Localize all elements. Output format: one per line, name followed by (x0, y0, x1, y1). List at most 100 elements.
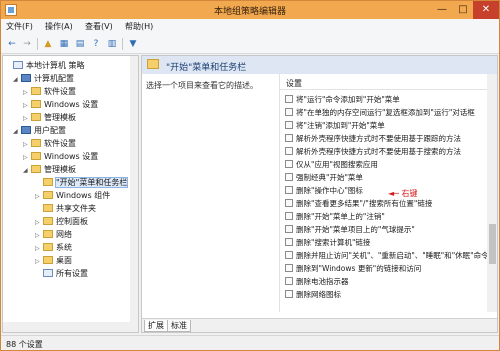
show-tree-icon[interactable]: ▦ (58, 38, 70, 50)
setting-row[interactable]: 删除"开始"菜单上的"注销" (285, 211, 385, 223)
up-folder-icon[interactable]: ▲ (42, 38, 54, 50)
folder-icon (43, 217, 53, 225)
policy-setting-icon (285, 277, 293, 285)
tree-item-label: 共享文件夹 (56, 204, 96, 213)
tree-item-local-policy[interactable]: 本地计算机 策略 (5, 60, 85, 72)
expander-icon[interactable]: ◢ (13, 74, 21, 86)
settings-vertical-scrollbar[interactable] (487, 74, 497, 312)
setting-row[interactable]: 删除电池指示器 (285, 276, 349, 288)
expander-icon[interactable]: ▷ (35, 230, 43, 242)
folder-icon (31, 113, 41, 121)
setting-row[interactable]: 删除"开始"菜单项目上的"气球提示" (285, 224, 415, 236)
menu-help[interactable]: 帮助(H) (125, 21, 153, 32)
tree-item-windows-settings[interactable]: ▷ Windows 设置 (23, 151, 98, 163)
expander-icon[interactable]: ▷ (23, 100, 31, 112)
setting-row[interactable]: 删除网络图标 (285, 289, 341, 301)
setting-row[interactable]: 删除"搜索计算机"链接 (285, 237, 370, 249)
tree-item-windows-settings[interactable]: ▷ Windows 设置 (23, 99, 98, 111)
expander-icon[interactable]: ◢ (23, 165, 31, 177)
tree-item-windows-components[interactable]: ▷ Windows 组件 (35, 190, 110, 202)
menu-view[interactable]: 查看(V) (85, 21, 113, 32)
setting-row[interactable]: 仅从"应用"视图搜索应用 (285, 159, 378, 171)
folder-icon (31, 152, 41, 160)
tree-item-control-panel[interactable]: ▷ 控制面板 (35, 216, 88, 228)
setting-row[interactable]: 解析外壳程序快捷方式时不要使用基于搜索的方法 (285, 146, 461, 158)
back-icon[interactable]: ← (6, 38, 18, 50)
minimize-button[interactable]: — (431, 1, 453, 19)
expander-icon[interactable]: ▷ (23, 139, 31, 151)
help-icon[interactable]: ? (90, 38, 102, 50)
tree-item-label: 桌面 (56, 256, 72, 265)
maximize-button[interactable]: □ (453, 1, 473, 19)
tree-item-label: 用户配置 (34, 126, 66, 135)
setting-label: 删除并阻止访问"关机"、"重新启动"、"睡眠"和"休眠"命令 (296, 251, 489, 260)
tree-item-computer-config[interactable]: ◢ 计算机配置 (13, 73, 74, 85)
tree-item-label: Windows 设置 (44, 100, 99, 109)
setting-row[interactable]: 删除"查看更多结果"/"搜索所有位置"链接 (285, 198, 432, 210)
setting-row[interactable]: 将"在单独的内存空间运行"复选框添加到"运行"对话框 (285, 107, 475, 119)
setting-label: 删除网络图标 (296, 290, 341, 299)
tree-item-user-config[interactable]: ◢ 用户配置 (13, 125, 66, 137)
toolbar: ← → ▲ ▦ ▤ ? ▥ ▼ (1, 34, 499, 54)
setting-row[interactable]: 将"运行"命令添加到"开始"菜单 (285, 94, 400, 106)
tree-item-desktop[interactable]: ▷ 桌面 (35, 255, 72, 267)
folder-icon (31, 165, 41, 173)
forward-icon[interactable]: → (21, 38, 33, 50)
policy-setting-icon (285, 95, 293, 103)
computer-icon (21, 74, 31, 82)
title-bar[interactable]: 本地组策略编辑器 — □ ✕ (1, 1, 499, 19)
setting-row[interactable]: 将"注销"添加到"开始"菜单 (285, 120, 385, 132)
menu-file[interactable]: 文件(F) (6, 21, 33, 32)
tree-horizontal-scrollbar[interactable] (3, 322, 130, 332)
tree-item-all-settings[interactable]: 所有设置 (35, 268, 88, 280)
setting-label: 将"在单独的内存空间运行"复选框添加到"运行"对话框 (296, 108, 475, 117)
setting-row[interactable]: 删除到"Windows 更新"的链接和访问 (285, 263, 421, 275)
folder-icon (43, 191, 53, 199)
scrollbar-thumb[interactable] (489, 224, 496, 264)
tree-item-network[interactable]: ▷ 网络 (35, 229, 72, 241)
properties-icon[interactable]: ▤ (74, 38, 86, 50)
setting-row[interactable]: 解析外壳程序快捷方式时不要使用基于跟踪的方法 (285, 133, 461, 145)
tree-item-label: 管理模板 (44, 165, 76, 174)
settings-column-header[interactable]: 设置 (280, 74, 487, 90)
expander-icon[interactable]: ▷ (35, 256, 43, 268)
app-window: 本地组策略编辑器 — □ ✕ 文件(F) 操作(A) 查看(V) 帮助(H) ←… (0, 0, 500, 351)
expander-icon[interactable]: ▷ (35, 191, 43, 203)
expander-icon[interactable]: ▷ (35, 217, 43, 229)
expander-icon[interactable]: ◢ (13, 126, 21, 138)
tree-item-system[interactable]: ▷ 系统 (35, 242, 72, 254)
tab-extended[interactable]: 扩展 (144, 320, 168, 332)
tree-item-start-menu-taskbar[interactable]: "开始"菜单和任务栏 (35, 177, 129, 189)
navigation-tree[interactable]: 本地计算机 策略 ◢ 计算机配置 ▷ 软件设置 ▷ Windows 设置 ▷ 管理模板 … (2, 55, 139, 333)
expander-icon[interactable]: ▷ (35, 243, 43, 255)
status-text: 88 个设置 (6, 340, 43, 349)
pane-divider[interactable] (279, 74, 280, 312)
menu-action[interactable]: 操作(A) (45, 21, 73, 32)
setting-label: 删除"搜索计算机"链接 (296, 238, 371, 247)
tree-item-software-settings[interactable]: ▷ 软件设置 (23, 138, 76, 150)
window-title: 本地组策略编辑器 (213, 7, 286, 17)
tree-item-admin-templates[interactable]: ▷ 管理模板 (23, 112, 76, 124)
setting-row[interactable]: 删除"操作中心"图标 (285, 185, 363, 197)
filter-icon[interactable]: ▼ (127, 38, 139, 50)
expander-icon[interactable]: ▷ (23, 87, 31, 99)
setting-row[interactable]: 删除并阻止访问"关机"、"重新启动"、"睡眠"和"休眠"命令 (285, 250, 489, 262)
setting-label: 删除到"Windows 更新"的链接和访问 (296, 264, 422, 273)
tree-item-shared-folders[interactable]: 共享文件夹 (35, 203, 96, 215)
tree-vertical-scrollbar[interactable] (130, 56, 138, 332)
right-click-annotation: ◄─ 右键 (388, 189, 418, 198)
tree-item-admin-templates[interactable]: ◢ 管理模板 (23, 164, 76, 176)
export-list-icon[interactable]: ▥ (106, 38, 118, 50)
expander-icon[interactable]: ▷ (23, 152, 31, 164)
tree-item-label: 控制面板 (56, 217, 88, 226)
status-bar: 88 个设置 (1, 335, 499, 350)
details-header: "开始"菜单和任务栏 (142, 56, 497, 74)
tree-item-software-settings[interactable]: ▷ 软件设置 (23, 86, 76, 98)
folder-icon (31, 139, 41, 147)
policy-setting-icon (285, 251, 293, 259)
setting-row[interactable]: 强制经典"开始"菜单 (285, 172, 363, 184)
close-button[interactable]: ✕ (473, 1, 499, 19)
tab-standard[interactable]: 标准 (167, 320, 191, 332)
expander-icon[interactable]: ▷ (23, 113, 31, 125)
details-title: "开始"菜单和任务栏 (166, 63, 247, 73)
